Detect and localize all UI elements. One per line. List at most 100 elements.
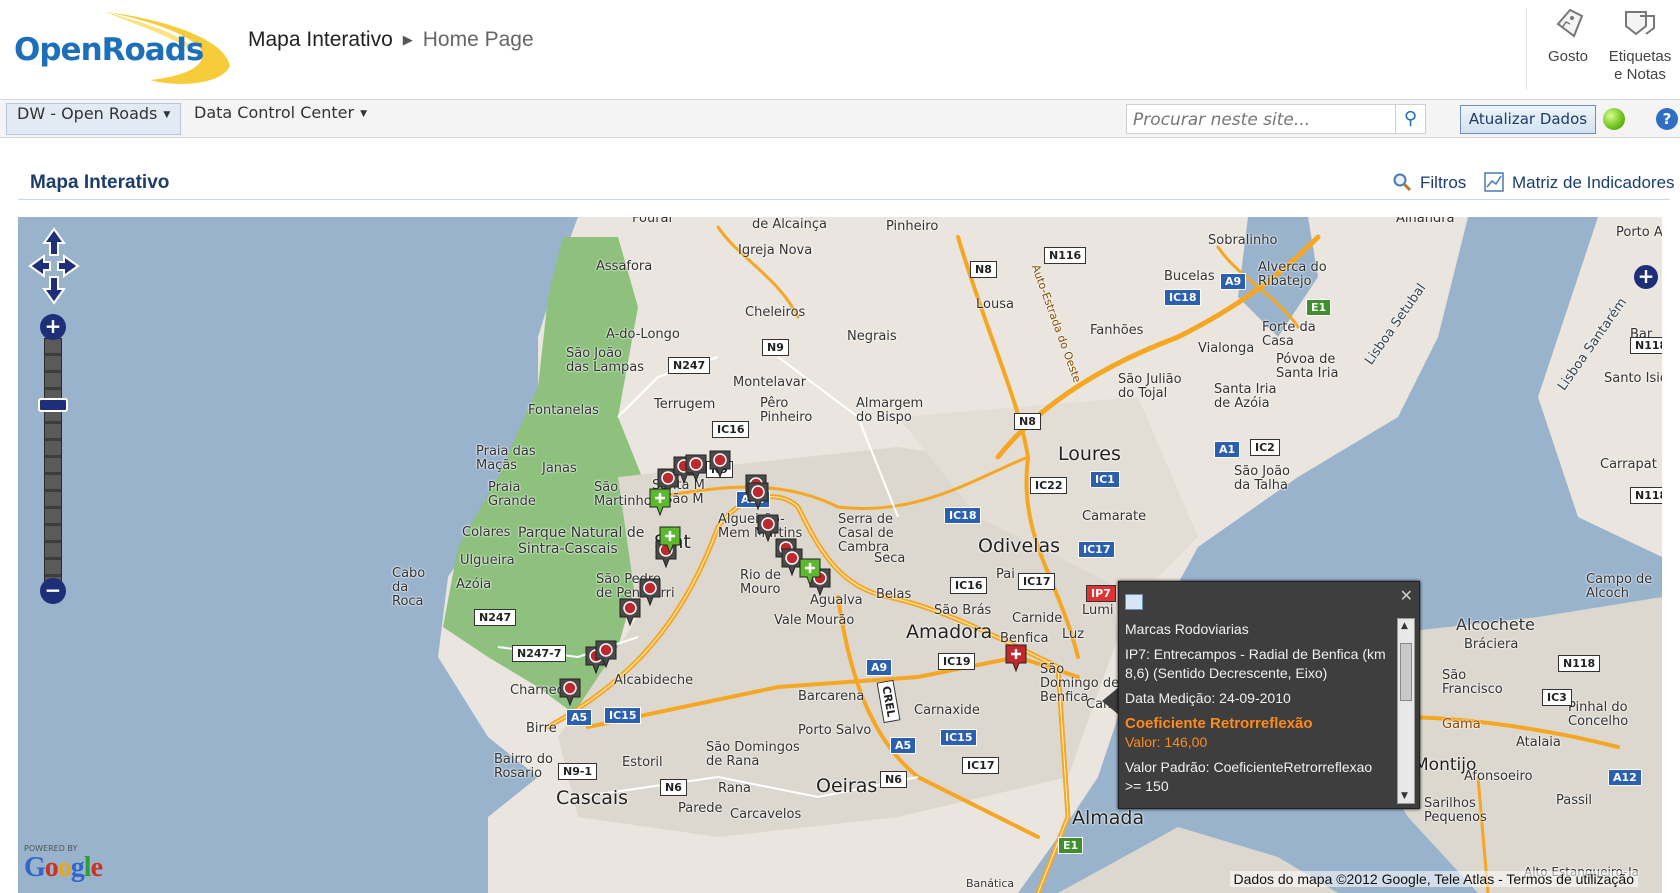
marker-road-sign-icon[interactable] [708,449,732,479]
map-label: Negrais [847,329,897,344]
pan-down-icon [42,276,66,305]
scrollbar-thumb[interactable] [1400,643,1412,701]
map-label: Bucelas [1164,269,1215,284]
google-logo[interactable]: POWERED BY Google [22,842,112,890]
marker-road-sign-icon[interactable] [558,677,582,707]
road-shield: N118 [1630,337,1662,354]
map-label: Vale Mourão [774,613,855,628]
popup-indicator: Coeficiente Retrorreflexão [1125,715,1313,732]
breadcrumb-site-link[interactable]: Mapa Interativo [248,28,393,51]
map-label: Bairro do Rosario [494,752,553,781]
map-label: Pinheiro [886,219,939,234]
scroll-down-icon[interactable]: ▼ [1401,791,1408,801]
map-attribution[interactable]: Dados do mapa ©2012 Google, Tele Atlas -… [1229,871,1638,887]
map-label: Ulgueira [460,553,515,568]
scroll-up-icon[interactable]: ▲ [1401,621,1408,631]
indicator-matrix-link[interactable]: Matriz de Indicadores [1484,172,1675,193]
map-label: São Francisco [1442,668,1503,697]
nav-item-dw-open-roads[interactable]: DW - Open Roads ▼ [6,103,182,135]
road-shield: E1 [1058,837,1084,854]
indicator-matrix-label: Matriz de Indicadores [1512,173,1675,192]
road-shield: A9 [1220,273,1247,290]
marker-green-icon[interactable] [658,525,682,555]
logo-text: OpenRoads [14,32,204,68]
road-shield: N247-7 [512,645,567,662]
like-button[interactable]: Gosto [1532,6,1604,66]
pan-control[interactable] [28,227,80,305]
map-label: Sarilhos Pequenos [1424,796,1487,825]
map-label: Santa Iria de Azóia [1214,382,1277,411]
zoom-control: + − [38,314,68,604]
search-input[interactable]: Procurar neste site... [1126,104,1396,134]
openroads-logo[interactable]: OpenRoads [10,8,235,88]
map-label: Cabo da Roca [392,566,426,609]
road-shield: E1 [1306,299,1332,316]
filters-label: Filtros [1420,173,1467,192]
road-shield: N9-1 [558,763,598,780]
map-label: Cheleiros [745,305,806,320]
chevron-down-icon: ▼ [163,110,171,120]
map-label: Cascais [556,787,629,809]
road-shield: IC17 [962,757,1000,774]
marker-green-icon[interactable] [798,557,822,587]
map-label: Lousa [976,297,1014,312]
map-label: Fourai [632,217,673,226]
marker-road-sign-icon[interactable] [594,639,618,669]
map-label: Terrugem [654,397,716,412]
popup-scrollbar[interactable]: ▲ ▼ [1397,618,1415,804]
map-label: Porto Al [1616,225,1662,240]
expand-layers-icon[interactable]: + [1634,265,1658,289]
road-shield: IC17 [1018,573,1056,590]
breadcrumb-current: Home Page [422,28,534,51]
map-label: Odivelas [978,535,1061,557]
zoom-slider-handle[interactable] [38,398,68,412]
thumbs-up-tag-icon [1556,8,1584,38]
road-shield: N6 [880,771,907,788]
map-label: Praia Grande [488,480,536,509]
marker-selected-icon[interactable] [1004,643,1028,673]
map-label: A-do-Longo [606,327,680,342]
search-icon[interactable]: ⚲ [1396,104,1426,134]
interactive-map[interactable]: de Alcainça Igreja Nova Pinheiro Sobrali… [18,217,1662,893]
map-label: Almargem do Bispo [856,396,924,425]
road-shield: IC22 [1030,477,1068,494]
filters-link[interactable]: Filtros [1392,172,1466,193]
marker-road-sign-icon[interactable] [618,597,642,627]
map-label: Alhandra [1396,217,1455,226]
map-label: Fontanelas [528,403,599,418]
close-icon[interactable]: ✕ [1400,586,1413,605]
road-shield: N6 [660,779,687,796]
map-label: Colares [462,525,511,540]
map-label: São João da Talha [1234,464,1291,493]
popup-location: IP7: Entrecampos - Radial de Benfica (km… [1125,646,1386,681]
google-wordmark: Google [24,852,103,883]
marker-road-sign-icon[interactable] [746,481,770,511]
road-shield: A9 [866,659,893,676]
map-label: Assafora [596,259,653,274]
zoom-in-icon[interactable]: + [40,314,66,340]
chart-matrix-icon [1484,172,1504,192]
map-label: Carnaxide [914,703,980,718]
tags-notes-label: Etiquetas e Notas [1608,48,1672,83]
map-label: Parede [678,801,723,816]
map-label: Estoril [622,755,663,770]
map-label: Igreja Nova [738,243,813,258]
map-label: São Brás [934,603,992,618]
help-icon[interactable]: ? [1656,108,1678,130]
popup-pointer [1102,687,1119,715]
update-data-button[interactable]: Atualizar Dados [1460,105,1596,134]
nav-item-data-control-center[interactable]: Data Control Center ▼ [184,103,377,135]
road-shield: IC18 [944,507,982,524]
pan-up-icon [42,227,66,256]
road-shield: IC16 [712,421,750,438]
map-label: Barcarena [798,689,865,704]
marker-road-sign-icon[interactable] [684,453,708,483]
zoom-out-icon[interactable]: − [40,578,66,604]
map-label: Santo Isid [1604,371,1662,386]
map-label: Passil [1556,793,1592,808]
tags-notes-button[interactable]: Etiquetas e Notas [1604,6,1676,84]
map-label: Alcabideche [614,673,694,688]
road-shield: IC17 [1078,541,1116,558]
zoom-slider-track[interactable] [44,338,62,582]
marker-green-icon[interactable] [648,487,672,517]
